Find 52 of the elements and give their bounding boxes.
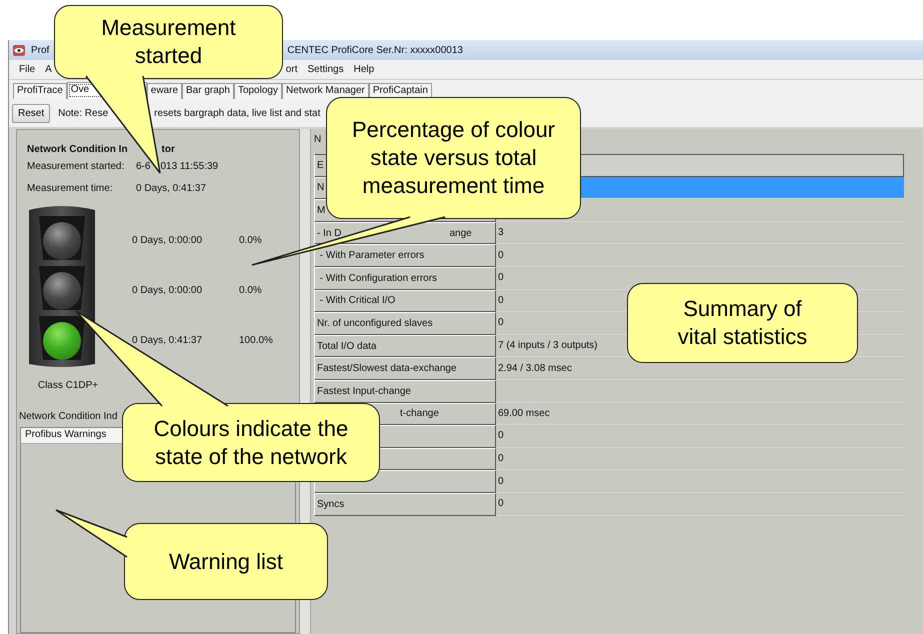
table-cell: 3: [496, 222, 904, 244]
field-label: Measurement started:: [27, 160, 126, 172]
note-text: Note: Rese: [58, 108, 108, 118]
section-caption: Network Condition Ind: [19, 411, 118, 422]
table-cell: - With Configuration errors: [314, 266, 496, 290]
percentage-text: 0.0%: [239, 234, 262, 246]
table-cell: Fastest Input-change: [314, 380, 496, 403]
reset-button[interactable]: Reset: [12, 104, 50, 122]
panel-heading: N: [314, 134, 322, 147]
percentage-text: 100.0%: [239, 334, 273, 346]
duration-text: 0 Days, 0:00:00: [132, 284, 204, 296]
traffic-light-label: Class C1DP+: [36, 380, 100, 391]
panel-heading: Network Condition In: [27, 144, 128, 154]
table-cell: 69.00 msec: [496, 402, 904, 426]
menu-item[interactable]: Settings: [303, 64, 348, 75]
callout: Summary of vital statistics: [627, 283, 858, 363]
table-cell: 0: [496, 492, 904, 516]
field-value: 013 11:55:39: [160, 160, 218, 172]
menu-item[interactable]: ort: [282, 64, 302, 75]
cell-text: ange: [449, 228, 472, 239]
tab[interactable]: eware: [146, 83, 182, 99]
table-cell: 0: [496, 470, 904, 493]
table-cell: Syncs: [314, 492, 496, 516]
table-cell: Total I/O data: [314, 334, 496, 358]
table-cell: 0: [496, 425, 904, 448]
cell-text: - In D: [317, 228, 342, 239]
note-text: resets bargraph data, live list and stat: [154, 108, 320, 118]
table-cell: Fastest/Slowest data-exchange: [314, 357, 496, 380]
callout: Warning list: [124, 523, 328, 600]
table-cell: - With Critical I/O: [314, 290, 496, 312]
table-cell: 0: [496, 448, 904, 470]
field-label: Measurement time:: [27, 182, 114, 194]
tab[interactable]: Topology: [234, 83, 282, 99]
panel-heading: tor: [162, 144, 175, 154]
tab[interactable]: ProfiTrace: [13, 83, 67, 99]
table-cell: Nr. of unconfigured slaves: [314, 312, 496, 335]
menu-item[interactable]: Help: [350, 64, 378, 75]
window-title: Prof: [31, 44, 50, 56]
app-icon: [13, 44, 25, 56]
table-cell: 0: [496, 244, 904, 267]
menu-item[interactable]: A: [41, 64, 56, 75]
duration-text: 0 Days, 0:00:00: [132, 234, 204, 246]
percentage-text: 0.0%: [239, 284, 262, 296]
duration-text: 0 Days, 0:41:37: [132, 334, 204, 346]
table-cell: - With Parameter errors: [314, 244, 496, 267]
tab[interactable]: Bar graph: [182, 83, 234, 99]
menu-item[interactable]: File: [15, 64, 40, 75]
field-value: 0 Days, 0:41:37: [136, 182, 206, 194]
window-title: CENTEC ProfiCore Ser.Nr: xxxxx00013: [287, 44, 463, 56]
callout: Colours indicate the state of the network: [122, 403, 380, 482]
field-value: 6-6: [136, 160, 150, 172]
tab[interactable]: Network Manager: [282, 83, 369, 99]
